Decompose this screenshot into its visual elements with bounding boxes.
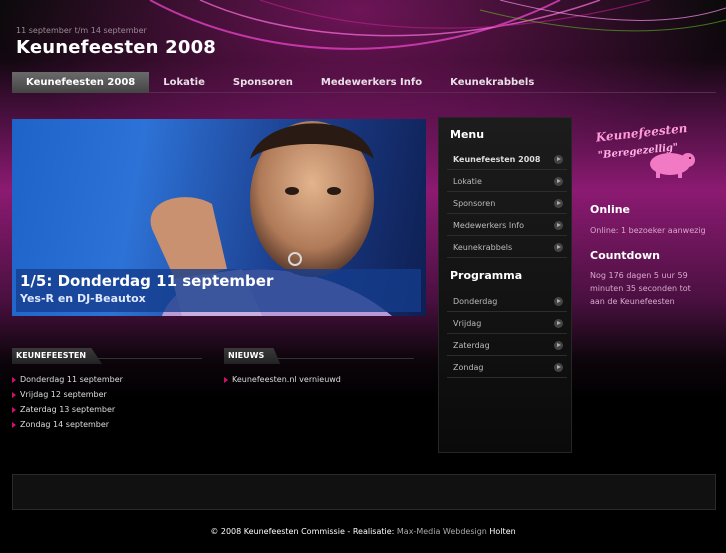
program-item-label: Zondag bbox=[453, 363, 484, 372]
menu-item-keunefeesten-2008[interactable]: Keunefeesten 2008 bbox=[447, 149, 567, 170]
tab-lokatie[interactable]: Lokatie bbox=[149, 72, 219, 93]
arrow-right-icon bbox=[554, 243, 563, 252]
program-item-label: Vrijdag bbox=[453, 319, 482, 328]
program-item-donderdag[interactable]: Donderdag bbox=[447, 291, 567, 312]
program-title: Programma bbox=[450, 269, 523, 282]
menu-item-label: Sponsoren bbox=[453, 199, 496, 208]
menu-item-medewerkers-info[interactable]: Medewerkers Info bbox=[447, 215, 567, 236]
section-keunefeesten-label: KEUNEFEESTEN bbox=[12, 348, 103, 364]
program-item-vrijdag[interactable]: Vrijdag bbox=[447, 313, 567, 334]
arrow-right-icon bbox=[554, 177, 563, 186]
footer-credit-suffix: Holten bbox=[486, 527, 516, 536]
menu-item-label: Lokatie bbox=[453, 177, 482, 186]
section-keunefeesten-header: KEUNEFEESTEN bbox=[12, 343, 202, 364]
menu-item-keunekrabbels[interactable]: Keunekrabbels bbox=[447, 237, 567, 258]
list-item[interactable]: Zaterdag 13 september bbox=[12, 405, 115, 414]
online-status-text: Online: 1 bezoeker aanwezig bbox=[590, 226, 706, 235]
footer-copyright: © 2008 Keunefeesten Commissie - Realisat… bbox=[0, 527, 726, 536]
countdown-heading: Countdown bbox=[590, 249, 660, 262]
program-item-label: Zaterdag bbox=[453, 341, 490, 350]
footer-credit-link[interactable]: Max-Media Webdesign bbox=[397, 527, 487, 536]
footer-copyright-text: © 2008 Keunefeesten Commissie - Realisat… bbox=[210, 527, 397, 536]
footer-bar bbox=[12, 474, 716, 510]
menu-item-label: Keunefeesten 2008 bbox=[453, 155, 541, 164]
tab-sponsoren[interactable]: Sponsoren bbox=[219, 72, 307, 93]
menu-title: Menu bbox=[450, 128, 485, 141]
tab-keunekrabbels[interactable]: Keunekrabbels bbox=[436, 72, 548, 93]
program-item-label: Donderdag bbox=[453, 297, 498, 306]
list-item[interactable]: Zondag 14 september bbox=[12, 420, 109, 429]
list-item[interactable]: Donderdag 11 september bbox=[12, 375, 123, 384]
menu-panel: Menu Keunefeesten 2008 Lokatie Sponsoren… bbox=[438, 117, 572, 453]
menu-item-label: Medewerkers Info bbox=[453, 221, 524, 230]
program-item-zondag[interactable]: Zondag bbox=[447, 357, 567, 378]
section-nieuws-header: NIEUWS bbox=[224, 343, 414, 364]
tab-medewerkers-info[interactable]: Medewerkers Info bbox=[307, 72, 436, 93]
logo-line1: Keunefeesten bbox=[594, 122, 688, 145]
menu-item-sponsoren[interactable]: Sponsoren bbox=[447, 193, 567, 214]
news-item[interactable]: Keunefeesten.nl vernieuwd bbox=[224, 375, 341, 384]
main-nav: Keunefeesten 2008 Lokatie Sponsoren Mede… bbox=[12, 72, 716, 93]
section-nieuws-label: NIEUWS bbox=[224, 348, 281, 364]
event-date-range: 11 september t/m 14 september bbox=[16, 26, 147, 35]
arrow-right-icon bbox=[554, 155, 563, 164]
keunefeesten-logo[interactable]: Keunefeesten "Beregezellig" bbox=[590, 122, 698, 184]
arrow-right-icon bbox=[554, 341, 563, 350]
hero-subtitle: Yes-R en DJ-Beautox bbox=[20, 292, 146, 305]
site-title[interactable]: Keunefeesten 2008 bbox=[16, 37, 216, 58]
pig-icon bbox=[650, 153, 695, 178]
header-swirl-decoration bbox=[149, 0, 726, 50]
arrow-right-icon bbox=[554, 199, 563, 208]
arrow-right-icon bbox=[554, 221, 563, 230]
hero-banner[interactable]: 1/5: Donderdag 11 september Yes-R en DJ-… bbox=[12, 119, 426, 316]
menu-item-lokatie[interactable]: Lokatie bbox=[447, 171, 567, 192]
online-heading: Online bbox=[590, 203, 631, 216]
arrow-right-icon bbox=[554, 297, 563, 306]
arrow-right-icon bbox=[554, 319, 563, 328]
arrow-right-icon bbox=[554, 363, 563, 372]
tab-keunefeesten-2008[interactable]: Keunefeesten 2008 bbox=[12, 72, 150, 93]
hero-title[interactable]: 1/5: Donderdag 11 september bbox=[20, 272, 273, 290]
program-item-zaterdag[interactable]: Zaterdag bbox=[447, 335, 567, 356]
countdown-text: Nog 176 dagen 5 uur 59 minuten 35 second… bbox=[590, 271, 691, 306]
list-item[interactable]: Vrijdag 12 september bbox=[12, 390, 107, 399]
menu-item-label: Keunekrabbels bbox=[453, 243, 513, 252]
